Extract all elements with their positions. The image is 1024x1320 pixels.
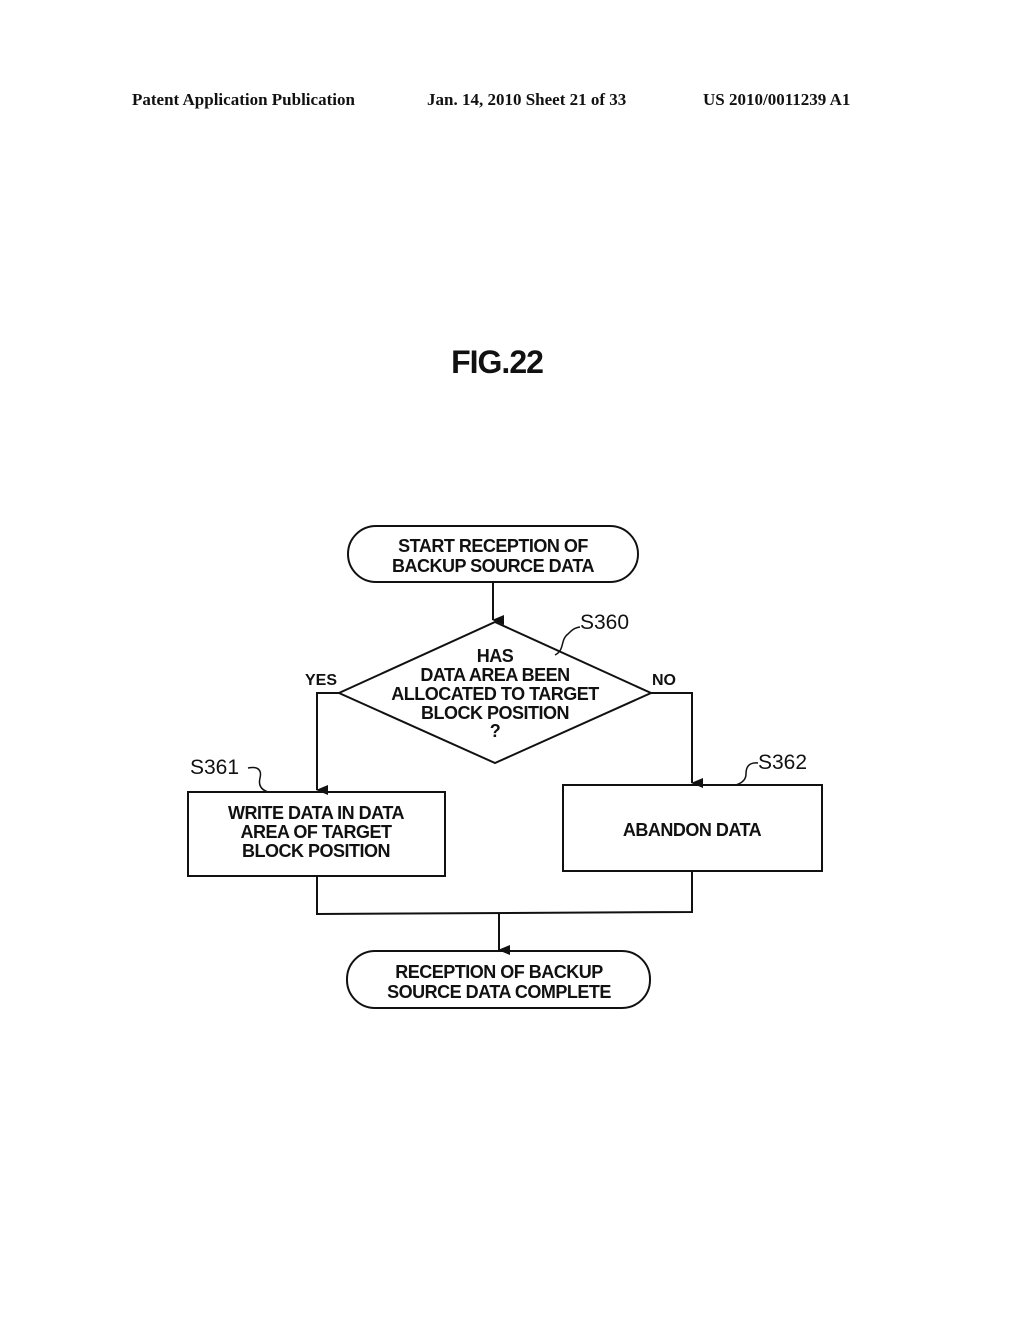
decision-line-1: HAS <box>477 646 514 666</box>
figure-title: FIG.22 <box>451 344 543 380</box>
arrow-yes-branch <box>316 692 339 795</box>
write-line-1: WRITE DATA IN DATA <box>228 803 404 823</box>
start-line-1: START RECEPTION OF <box>398 536 588 556</box>
decision-line-4: BLOCK POSITION <box>421 703 569 723</box>
end-line-2: SOURCE DATA COMPLETE <box>387 982 611 1002</box>
flowchart: FIG.22 START RECEPTION OF BACKUP SOURCE … <box>187 344 823 1009</box>
decision-line-3: ALLOCATED TO TARGET <box>391 684 599 704</box>
decision-line-5: ? <box>490 721 501 741</box>
write-line-3: BLOCK POSITION <box>242 841 390 861</box>
s362-leader <box>735 762 759 786</box>
step-label-s362: S362 <box>758 751 807 774</box>
end-line-1: RECEPTION OF BACKUP <box>395 962 603 982</box>
s361-leader <box>247 766 269 793</box>
step-label-s361: S361 <box>190 756 239 779</box>
step-label-s360: S360 <box>580 611 629 634</box>
write-line-2: AREA OF TARGET <box>241 822 392 842</box>
decision-line-2: DATA AREA BEEN <box>420 665 569 685</box>
start-line-2: BACKUP SOURCE DATA <box>392 556 595 576</box>
branch-no-label: NO <box>652 672 676 689</box>
abandon-line-1: ABANDON DATA <box>623 820 762 840</box>
branch-yes-label: YES <box>305 672 337 689</box>
merge-line <box>316 871 693 916</box>
arrow-no-branch <box>651 692 703 788</box>
